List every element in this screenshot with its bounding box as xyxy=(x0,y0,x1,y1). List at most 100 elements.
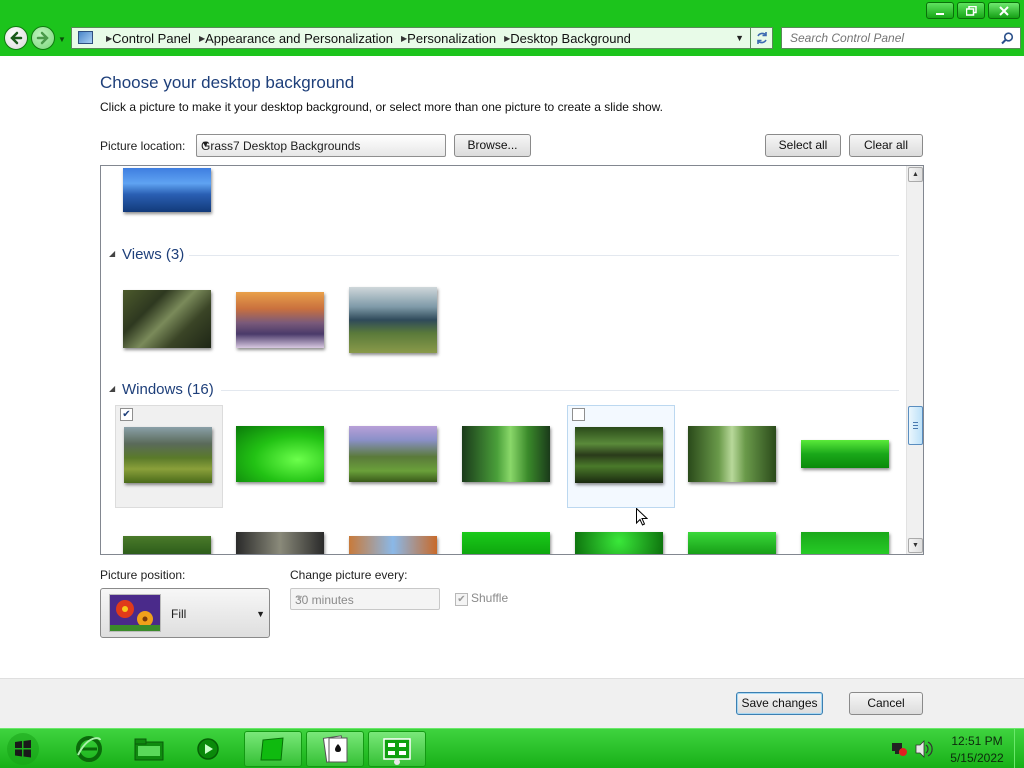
wallpaper-thumbnail-mossy-creek[interactable] xyxy=(123,290,211,348)
collapse-triangle-icon[interactable]: ◢ xyxy=(109,249,115,258)
windows-logo-icon xyxy=(7,733,39,765)
restore-button[interactable] xyxy=(957,2,985,19)
wallpaper-thumbnail-green-stripe[interactable] xyxy=(801,440,889,468)
mouse-cursor-icon xyxy=(636,508,648,526)
forward-arrow-icon xyxy=(36,31,49,45)
cancel-button[interactable]: Cancel xyxy=(849,692,923,715)
refresh-icon xyxy=(756,32,767,44)
wallpaper-thumbnail-green-gradient[interactable] xyxy=(236,426,324,482)
scrollbar-thumb[interactable] xyxy=(908,406,923,445)
wallpaper-thumbnail-jungle[interactable] xyxy=(123,536,211,554)
wallpaper-thumbnail-forest-reflection xyxy=(575,427,663,483)
picture-gallery[interactable]: ◢ Views (3) ◢ Windows (16) ✔ ▲ ▼ xyxy=(100,165,924,555)
wallpaper-thumbnail-green-bokeh[interactable] xyxy=(575,532,663,554)
wallpaper-checkbox-checked[interactable]: ✔ xyxy=(120,408,133,421)
breadcrumb-control-panel[interactable]: Control Panel xyxy=(112,31,191,46)
breadcrumb-desktop-background[interactable]: Desktop Background xyxy=(510,31,631,46)
breadcrumb: ▶Control Panel ▶Appearance and Personaliz… xyxy=(98,31,631,46)
taskbar-internet-explorer[interactable] xyxy=(60,731,118,767)
group-divider xyxy=(189,255,899,256)
chevron-down-icon: ▼ xyxy=(295,593,304,603)
group-name: Views (3) xyxy=(122,246,185,263)
address-bar[interactable]: ▶Control Panel ▶Appearance and Personaliz… xyxy=(71,27,751,49)
chevron-down-icon: ▼ xyxy=(256,609,265,619)
search-icon[interactable] xyxy=(1001,32,1014,45)
close-icon xyxy=(999,6,1009,16)
wallpaper-thumbnail-green-waves[interactable] xyxy=(688,532,776,554)
taskbar-media-player[interactable] xyxy=(180,731,238,767)
volume-icon[interactable] xyxy=(913,729,933,768)
minimize-icon xyxy=(936,13,944,15)
wallpaper-thumbnail-misty-forest[interactable] xyxy=(688,426,776,482)
taskbar-control-panel[interactable] xyxy=(368,731,426,767)
clear-all-button[interactable]: Clear all xyxy=(849,134,923,157)
taskbar-solitaire[interactable] xyxy=(306,731,364,767)
wallpaper-checkbox-unchecked[interactable] xyxy=(572,408,585,421)
control-panel-icon xyxy=(78,31,93,44)
clock-date[interactable]: 5/15/2022 xyxy=(947,751,1007,765)
wallpaper-thumbnail-coastal-rocks[interactable] xyxy=(349,287,437,353)
wallpaper-thumbnail-waterfall[interactable] xyxy=(349,426,437,482)
minimize-button[interactable] xyxy=(926,2,954,19)
start-button[interactable] xyxy=(4,731,42,767)
close-button[interactable] xyxy=(988,2,1020,19)
wallpaper-thumbnail-mountain-sunset[interactable] xyxy=(236,292,324,348)
control-panel-icon xyxy=(383,738,411,765)
taskbar: 12:51 PM 5/15/2022 xyxy=(0,728,1024,768)
back-button[interactable] xyxy=(4,26,28,50)
picture-position-label: Picture position: xyxy=(100,568,186,582)
scroll-down-button[interactable]: ▼ xyxy=(908,538,923,553)
refresh-button[interactable] xyxy=(751,27,773,49)
taskbar-green-app[interactable] xyxy=(244,731,302,767)
breadcrumb-appearance[interactable]: Appearance and Personalization xyxy=(205,31,393,46)
internet-explorer-icon xyxy=(76,736,102,762)
group-name: Windows (16) xyxy=(122,381,214,398)
clock-time[interactable]: 12:51 PM xyxy=(947,734,1007,748)
forward-button[interactable] xyxy=(31,26,55,50)
wallpaper-thumbnail-autumn-sky[interactable] xyxy=(349,536,437,554)
change-picture-label: Change picture every: xyxy=(290,568,408,582)
wallpaper-thumbnail-green-leaves[interactable] xyxy=(801,532,889,554)
interval-dropdown[interactable]: 30 minutes ▼ xyxy=(290,588,440,610)
wallpaper-thumbnail-forest-road[interactable] xyxy=(462,426,550,482)
breadcrumb-personalization[interactable]: Personalization xyxy=(407,31,496,46)
collapse-triangle-icon[interactable]: ◢ xyxy=(109,384,115,393)
wallpaper-thumbnail-lake[interactable] xyxy=(123,168,211,212)
wallpaper-tile-hovered[interactable] xyxy=(567,405,675,508)
wallpaper-tile-selected[interactable]: ✔ xyxy=(115,405,223,508)
search-box[interactable] xyxy=(781,27,1021,49)
folder-icon xyxy=(134,738,164,761)
wallpaper-thumbnail-bright-green[interactable] xyxy=(462,532,550,554)
address-dropdown-icon[interactable]: ▼ xyxy=(735,33,744,43)
content-area: Choose your desktop background Click a p… xyxy=(0,56,1024,678)
green-app-icon xyxy=(260,737,284,761)
back-arrow-icon xyxy=(10,31,23,45)
network-icon[interactable] xyxy=(889,729,909,768)
select-all-button[interactable]: Select all xyxy=(765,134,841,157)
shuffle-label[interactable]: Shuffle xyxy=(471,591,508,605)
page-description: Click a picture to make it your desktop … xyxy=(100,100,663,114)
navigation-bar: ▼ ▶Control Panel ▶Appearance and Personal… xyxy=(0,22,1024,56)
page-title: Choose your desktop background xyxy=(100,73,355,92)
taskbar-windows-explorer[interactable] xyxy=(120,731,178,767)
save-changes-button[interactable]: Save changes xyxy=(736,692,823,715)
playing-cards-icon xyxy=(322,735,348,763)
window-titlebar xyxy=(0,0,1024,22)
picture-position-dropdown[interactable]: Fill ▼ xyxy=(100,588,270,638)
chevron-down-icon: ▼ xyxy=(201,139,210,149)
shuffle-checkbox[interactable]: ✔ xyxy=(455,593,468,606)
gallery-scrollbar[interactable]: ▲ ▼ xyxy=(906,166,923,554)
recent-pages-dropdown-icon[interactable]: ▼ xyxy=(58,35,66,44)
media-player-icon xyxy=(197,738,219,760)
restore-icon xyxy=(965,5,977,16)
wallpaper-thumbnail-cave[interactable] xyxy=(236,532,324,554)
group-divider xyxy=(221,390,899,391)
fill-preview-icon xyxy=(109,594,161,632)
browse-button[interactable]: Browse... xyxy=(454,134,531,157)
search-input[interactable] xyxy=(782,28,992,48)
scroll-up-button[interactable]: ▲ xyxy=(908,167,923,182)
wallpaper-thumbnail-green-valley xyxy=(124,427,212,483)
picture-location-dropdown[interactable]: Grass7 Desktop Backgrounds ▼ xyxy=(196,134,446,157)
scrollbar-grip-icon xyxy=(913,422,918,429)
show-desktop-button[interactable] xyxy=(1014,729,1024,768)
